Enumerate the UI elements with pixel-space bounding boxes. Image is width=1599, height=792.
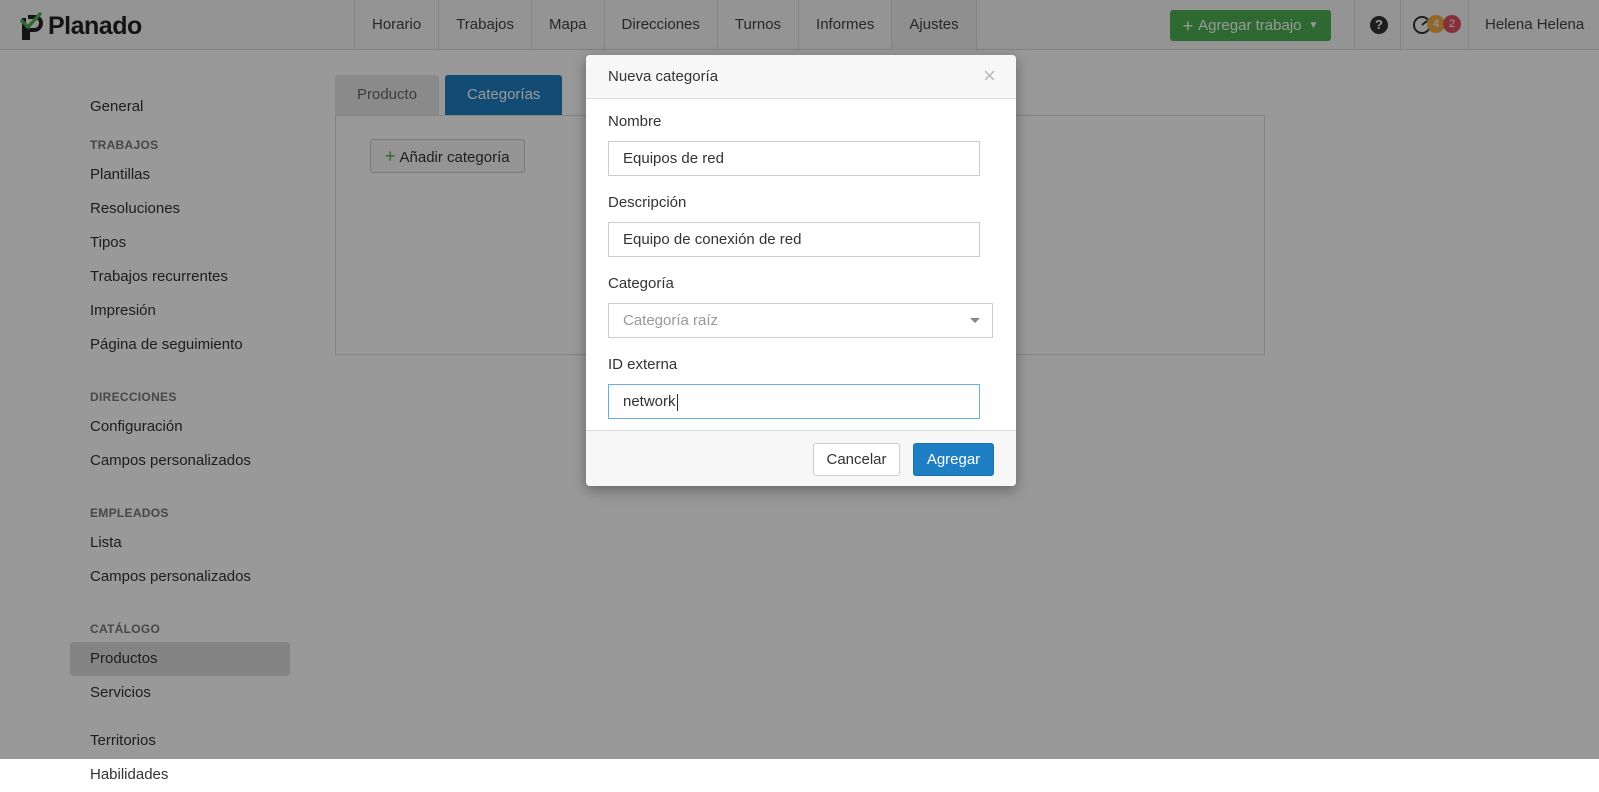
external-id-value: network <box>623 393 676 410</box>
text-cursor <box>676 393 678 411</box>
submit-button[interactable]: Agregar <box>913 443 994 476</box>
category-select[interactable]: Categoría raíz <box>608 303 993 338</box>
modal-body: Nombre Equipos de red Descripción Equipo… <box>586 113 1016 419</box>
modal-title: Nueva categoría <box>608 68 719 85</box>
modal-header: Nueva categoría × <box>586 55 1016 99</box>
chevron-down-icon <box>970 318 980 323</box>
description-label: Descripción <box>608 194 687 211</box>
modal-footer: Cancelar Agregar <box>586 430 1016 486</box>
sidebar-item-habilidades[interactable]: Habilidades <box>70 758 290 792</box>
external-id-label: ID externa <box>608 356 678 373</box>
cancel-button[interactable]: Cancelar <box>813 443 900 476</box>
category-placeholder: Categoría raíz <box>623 312 719 329</box>
description-input[interactable]: Equipo de conexión de red <box>608 222 980 257</box>
category-label: Categoría <box>608 275 674 292</box>
external-id-input[interactable]: network <box>608 384 980 419</box>
name-label: Nombre <box>608 113 662 130</box>
close-icon[interactable]: × <box>983 55 996 97</box>
name-input[interactable]: Equipos de red <box>608 141 980 176</box>
new-category-modal: Nueva categoría × Nombre Equipos de red … <box>586 55 1016 486</box>
